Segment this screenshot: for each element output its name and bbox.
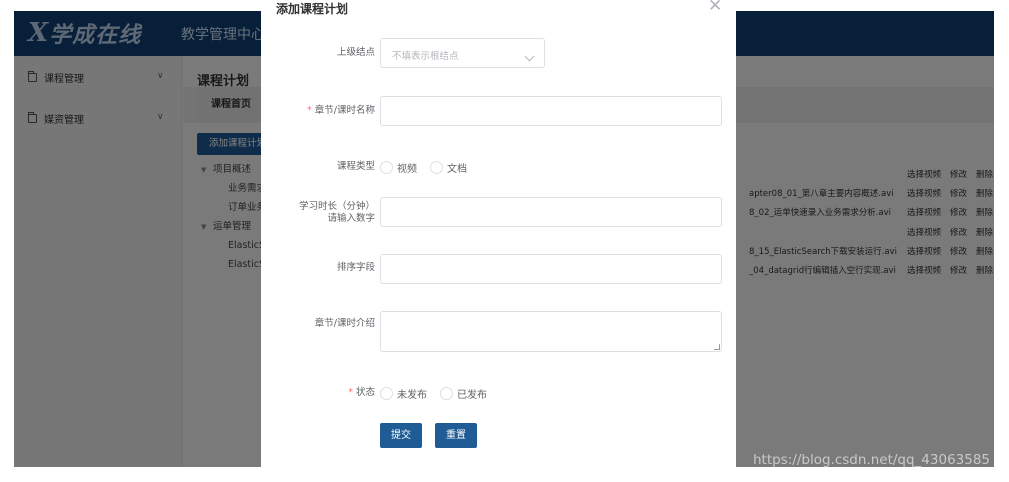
chevron-down-icon: [524, 51, 535, 62]
radio-document[interactable]: 文档: [430, 160, 467, 175]
add-course-plan-dialog: 添加课程计划 ✕ 上级结点 不填表示根结点 * 章节/课时名称 课程类型 视频 文…: [261, 0, 736, 471]
resize-handle-icon[interactable]: [714, 344, 720, 350]
submit-button[interactable]: 提交: [380, 423, 422, 448]
close-icon[interactable]: ✕: [708, 0, 722, 16]
parent-node-select[interactable]: 不填表示根结点: [380, 38, 545, 68]
parent-node-label: 上级结点: [336, 47, 375, 58]
status-radio-group: 未发布 已发布: [380, 386, 500, 401]
course-type-radio-group: 视频 文档: [380, 160, 480, 175]
radio-unpublished[interactable]: 未发布: [380, 386, 427, 401]
parent-node-placeholder: 不填表示根结点: [392, 51, 459, 62]
chapter-description-textarea[interactable]: [380, 311, 722, 352]
study-duration-label: 学习时长（分钟） 请输入数字: [298, 201, 375, 224]
radio-circle-icon: [440, 387, 453, 400]
radio-video[interactable]: 视频: [380, 160, 417, 175]
sort-field-input[interactable]: [380, 254, 722, 284]
chapter-description-label: 章节/课时介绍: [314, 318, 375, 329]
radio-circle-icon: [380, 161, 393, 174]
chapter-name-input[interactable]: [380, 96, 722, 126]
required-asterisk: *: [348, 387, 353, 398]
status-label: * 状态: [348, 387, 375, 398]
reset-button[interactable]: 重置: [435, 423, 477, 448]
dialog-title: 添加课程计划: [276, 2, 349, 16]
course-type-label: 课程类型: [336, 161, 375, 172]
study-duration-input[interactable]: [380, 197, 722, 227]
radio-published[interactable]: 已发布: [440, 386, 487, 401]
radio-circle-icon: [380, 387, 393, 400]
chapter-name-label: * 章节/课时名称: [307, 105, 375, 116]
required-asterisk: *: [307, 105, 312, 116]
radio-circle-icon: [430, 161, 443, 174]
watermark: https://blog.csdn.net/qq_43063585: [753, 452, 991, 468]
sort-field-label: 排序字段: [336, 262, 375, 273]
